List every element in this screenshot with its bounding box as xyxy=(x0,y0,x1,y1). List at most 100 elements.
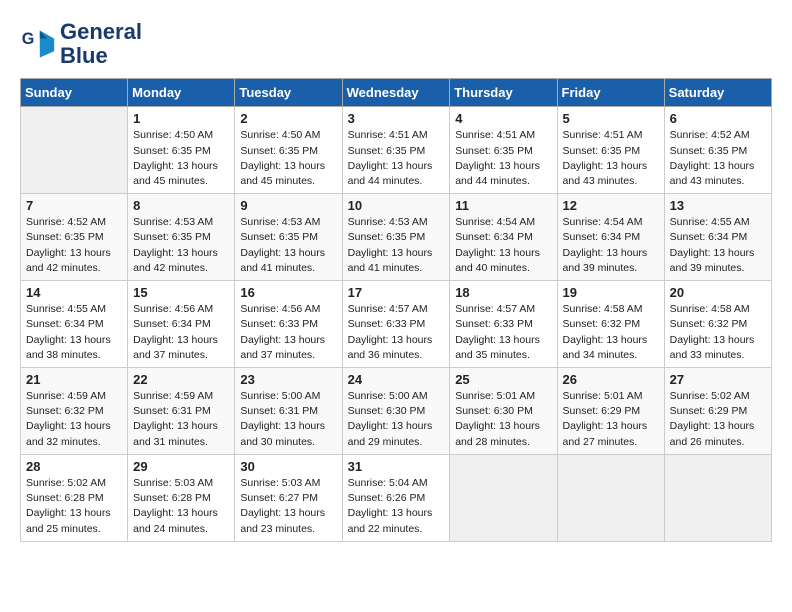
calendar-cell: 7Sunrise: 4:52 AM Sunset: 6:35 PM Daylig… xyxy=(21,194,128,281)
day-info: Sunrise: 5:03 AM Sunset: 6:27 PM Dayligh… xyxy=(240,476,336,537)
day-number: 31 xyxy=(348,459,445,474)
calendar-cell: 11 Sunrise: 4:54 AM Sunset: 6:34 PM Dayli… xyxy=(450,194,557,281)
calendar-cell: 14 Sunrise: 4:55 AM Sunset: 6:34 PM Dayli… xyxy=(21,281,128,368)
svg-text:G: G xyxy=(22,30,35,48)
calendar-cell: 3Sunrise: 4:51 AM Sunset: 6:35 PM Daylig… xyxy=(342,107,450,194)
day-info: Sunrise: 4:50 AM Sunset: 6:35 PM Dayligh… xyxy=(240,128,336,189)
day-info: Sunrise: 4:53 AM Sunset: 6:35 PM Dayligh… xyxy=(133,215,229,276)
day-number: 8 xyxy=(133,198,229,213)
day-number: 12 xyxy=(563,198,659,213)
column-header-wednesday: Wednesday xyxy=(342,79,450,107)
day-number: 14 xyxy=(26,285,122,300)
day-number: 19 xyxy=(563,285,659,300)
day-number: 1 xyxy=(133,111,229,126)
day-number: 29 xyxy=(133,459,229,474)
calendar-cell xyxy=(21,107,128,194)
calendar-cell: 6 Sunrise: 4:52 AM Sunset: 6:35 PM Daylig… xyxy=(664,107,771,194)
column-header-monday: Monday xyxy=(128,79,235,107)
day-number: 26 xyxy=(563,372,659,387)
day-info: Sunrise: 5:02 AM Sunset: 6:28 PM Dayligh… xyxy=(26,476,122,537)
day-number: 23 xyxy=(240,372,336,387)
day-info: Sunrise: 4:58 AM Sunset: 6:32 PM Dayligh… xyxy=(670,302,766,363)
day-info: Sunrise: 4:52 AM Sunset: 6:35 PM Dayligh… xyxy=(670,128,766,189)
day-info: Sunrise: 4:56 AM Sunset: 6:34 PM Dayligh… xyxy=(133,302,229,363)
day-number: 5 xyxy=(563,111,659,126)
day-number: 6 xyxy=(670,111,766,126)
day-info: Sunrise: 4:57 AM Sunset: 6:33 PM Dayligh… xyxy=(455,302,551,363)
calendar-cell: 31 Sunrise: 5:04 AM Sunset: 6:26 PM Dayli… xyxy=(342,454,450,541)
calendar-cell: 21 Sunrise: 4:59 AM Sunset: 6:32 PM Dayli… xyxy=(21,368,128,455)
day-number: 13 xyxy=(670,198,766,213)
day-info: Sunrise: 4:55 AM Sunset: 6:34 PM Dayligh… xyxy=(26,302,122,363)
day-number: 3 xyxy=(348,111,445,126)
day-info: Sunrise: 4:54 AM Sunset: 6:34 PM Dayligh… xyxy=(563,215,659,276)
column-header-sunday: Sunday xyxy=(21,79,128,107)
day-info: Sunrise: 4:52 AM Sunset: 6:35 PM Dayligh… xyxy=(26,215,122,276)
day-number: 22 xyxy=(133,372,229,387)
day-number: 2 xyxy=(240,111,336,126)
column-header-friday: Friday xyxy=(557,79,664,107)
header-row: SundayMondayTuesdayWednesdayThursdayFrid… xyxy=(21,79,772,107)
calendar-body: 1 Sunrise: 4:50 AM Sunset: 6:35 PM Daylig… xyxy=(21,107,772,541)
day-number: 24 xyxy=(348,372,445,387)
day-info: Sunrise: 4:53 AM Sunset: 6:35 PM Dayligh… xyxy=(348,215,445,276)
logo: G General Blue xyxy=(20,20,142,68)
day-info: Sunrise: 4:57 AM Sunset: 6:33 PM Dayligh… xyxy=(348,302,445,363)
day-number: 30 xyxy=(240,459,336,474)
day-info: Sunrise: 5:01 AM Sunset: 6:29 PM Dayligh… xyxy=(563,389,659,450)
week-row-2: 7Sunrise: 4:52 AM Sunset: 6:35 PM Daylig… xyxy=(21,194,772,281)
calendar-cell: 27Sunrise: 5:02 AM Sunset: 6:29 PM Dayli… xyxy=(664,368,771,455)
day-number: 11 xyxy=(455,198,551,213)
calendar-cell: 1 Sunrise: 4:50 AM Sunset: 6:35 PM Daylig… xyxy=(128,107,235,194)
day-number: 17 xyxy=(348,285,445,300)
calendar-cell: 19 Sunrise: 4:58 AM Sunset: 6:32 PM Dayli… xyxy=(557,281,664,368)
day-info: Sunrise: 4:55 AM Sunset: 6:34 PM Dayligh… xyxy=(670,215,766,276)
calendar-cell: 29 Sunrise: 5:03 AM Sunset: 6:28 PM Dayli… xyxy=(128,454,235,541)
logo-text: General Blue xyxy=(60,20,142,68)
day-info: Sunrise: 5:04 AM Sunset: 6:26 PM Dayligh… xyxy=(348,476,445,537)
day-info: Sunrise: 5:03 AM Sunset: 6:28 PM Dayligh… xyxy=(133,476,229,537)
calendar-cell: 12 Sunrise: 4:54 AM Sunset: 6:34 PM Dayli… xyxy=(557,194,664,281)
calendar-header: SundayMondayTuesdayWednesdayThursdayFrid… xyxy=(21,79,772,107)
calendar-cell: 9 Sunrise: 4:53 AM Sunset: 6:35 PM Daylig… xyxy=(235,194,342,281)
day-number: 21 xyxy=(26,372,122,387)
calendar-cell xyxy=(557,454,664,541)
calendar-cell: 30 Sunrise: 5:03 AM Sunset: 6:27 PM Dayli… xyxy=(235,454,342,541)
calendar-cell: 10Sunrise: 4:53 AM Sunset: 6:35 PM Dayli… xyxy=(342,194,450,281)
calendar-table: SundayMondayTuesdayWednesdayThursdayFrid… xyxy=(20,78,772,541)
day-info: Sunrise: 4:56 AM Sunset: 6:33 PM Dayligh… xyxy=(240,302,336,363)
calendar-cell xyxy=(450,454,557,541)
day-info: Sunrise: 4:51 AM Sunset: 6:35 PM Dayligh… xyxy=(455,128,551,189)
calendar-cell: 22 Sunrise: 4:59 AM Sunset: 6:31 PM Dayli… xyxy=(128,368,235,455)
day-number: 20 xyxy=(670,285,766,300)
day-number: 9 xyxy=(240,198,336,213)
day-info: Sunrise: 4:59 AM Sunset: 6:31 PM Dayligh… xyxy=(133,389,229,450)
day-info: Sunrise: 4:54 AM Sunset: 6:34 PM Dayligh… xyxy=(455,215,551,276)
week-row-1: 1 Sunrise: 4:50 AM Sunset: 6:35 PM Daylig… xyxy=(21,107,772,194)
calendar-cell: 26 Sunrise: 5:01 AM Sunset: 6:29 PM Dayli… xyxy=(557,368,664,455)
calendar-cell: 17 Sunrise: 4:57 AM Sunset: 6:33 PM Dayli… xyxy=(342,281,450,368)
day-info: Sunrise: 4:51 AM Sunset: 6:35 PM Dayligh… xyxy=(563,128,659,189)
calendar-cell xyxy=(664,454,771,541)
day-number: 18 xyxy=(455,285,551,300)
calendar-cell: 4Sunrise: 4:51 AM Sunset: 6:35 PM Daylig… xyxy=(450,107,557,194)
day-number: 16 xyxy=(240,285,336,300)
calendar-cell: 5 Sunrise: 4:51 AM Sunset: 6:35 PM Daylig… xyxy=(557,107,664,194)
calendar-cell: 16 Sunrise: 4:56 AM Sunset: 6:33 PM Dayli… xyxy=(235,281,342,368)
calendar-cell: 15Sunrise: 4:56 AM Sunset: 6:34 PM Dayli… xyxy=(128,281,235,368)
column-header-thursday: Thursday xyxy=(450,79,557,107)
calendar-cell: 23Sunrise: 5:00 AM Sunset: 6:31 PM Dayli… xyxy=(235,368,342,455)
day-info: Sunrise: 4:59 AM Sunset: 6:32 PM Dayligh… xyxy=(26,389,122,450)
week-row-4: 21 Sunrise: 4:59 AM Sunset: 6:32 PM Dayli… xyxy=(21,368,772,455)
day-info: Sunrise: 5:00 AM Sunset: 6:30 PM Dayligh… xyxy=(348,389,445,450)
day-number: 28 xyxy=(26,459,122,474)
day-info: Sunrise: 4:50 AM Sunset: 6:35 PM Dayligh… xyxy=(133,128,229,189)
calendar-cell: 25Sunrise: 5:01 AM Sunset: 6:30 PM Dayli… xyxy=(450,368,557,455)
week-row-5: 28 Sunrise: 5:02 AM Sunset: 6:28 PM Dayli… xyxy=(21,454,772,541)
day-info: Sunrise: 4:58 AM Sunset: 6:32 PM Dayligh… xyxy=(563,302,659,363)
calendar-cell: 13 Sunrise: 4:55 AM Sunset: 6:34 PM Dayli… xyxy=(664,194,771,281)
calendar-cell: 24 Sunrise: 5:00 AM Sunset: 6:30 PM Dayli… xyxy=(342,368,450,455)
day-info: Sunrise: 4:53 AM Sunset: 6:35 PM Dayligh… xyxy=(240,215,336,276)
day-info: Sunrise: 5:01 AM Sunset: 6:30 PM Dayligh… xyxy=(455,389,551,450)
week-row-3: 14 Sunrise: 4:55 AM Sunset: 6:34 PM Dayli… xyxy=(21,281,772,368)
